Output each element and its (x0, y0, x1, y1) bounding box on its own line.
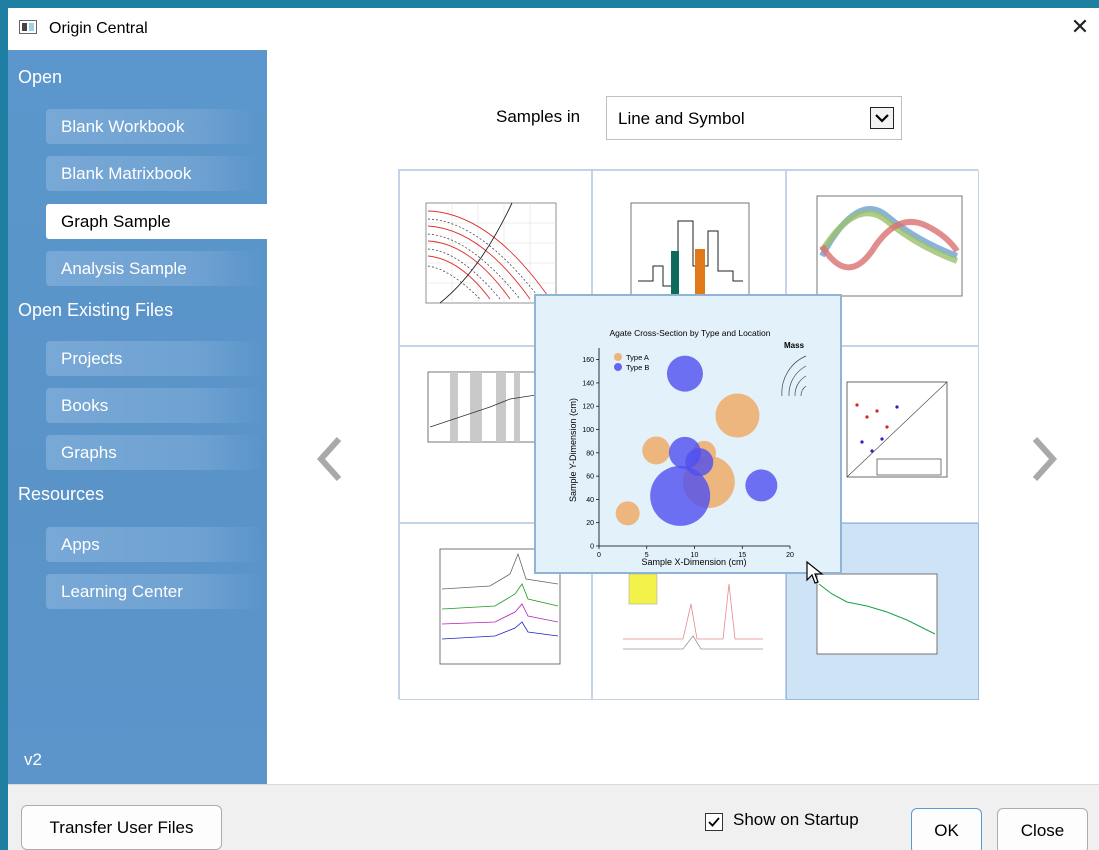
bubble-type-b (745, 469, 778, 502)
mass-legend-label: Mass (784, 341, 805, 350)
next-arrow-icon[interactable] (1029, 435, 1059, 483)
ok-button[interactable]: OK (911, 808, 982, 850)
section-header-resources: Resources (18, 484, 105, 504)
x-tick-label: 20 (786, 552, 794, 559)
legend-marker-type-a (614, 353, 622, 361)
x-tick-label: 0 (597, 552, 601, 559)
samples-select-value: Line and Symbol (618, 109, 745, 128)
sidebar: Open Blank Workbook Blank Matrixbook Gra… (8, 50, 267, 784)
y-tick-label: 60 (586, 474, 594, 481)
legend-label-type-b: Type B (626, 363, 649, 372)
mouse-cursor-icon (806, 560, 824, 584)
sidebar-item-graph-sample[interactable]: Graph Sample (46, 204, 267, 239)
origin-app-icon (19, 20, 37, 34)
sidebar-item-apps[interactable]: Apps (46, 527, 260, 562)
version-label: v2 (24, 750, 42, 769)
y-tick-label: 160 (582, 357, 594, 364)
section-header-open-existing-files: Open Existing Files (18, 300, 174, 320)
y-tick-label: 140 (582, 380, 594, 387)
bubble-type-b (666, 355, 703, 392)
window-title: Origin Central (49, 20, 148, 37)
legend-marker-type-b (614, 363, 622, 371)
samples-category-select[interactable]: Line and Symbol (606, 96, 902, 140)
y-tick-label: 80 (586, 450, 594, 457)
series-legend: Type A Type B (614, 353, 649, 372)
section-header-open: Open (18, 67, 63, 87)
sidebar-item-blank-matrixbook[interactable]: Blank Matrixbook (46, 156, 260, 191)
origin-central-window: Origin Central ✕ Open Blank Workbook Bla… (8, 8, 1099, 850)
x-axis-label: Sample X-Dimension (cm) (641, 557, 746, 567)
sidebar-item-books[interactable]: Books (46, 388, 260, 423)
close-icon[interactable]: ✕ (1069, 16, 1091, 38)
previous-arrow-icon[interactable] (315, 435, 345, 483)
bubble-type-b (685, 448, 714, 477)
bubble-type-a (715, 393, 760, 438)
sidebar-item-graphs[interactable]: Graphs (46, 435, 260, 470)
bubble-type-a (615, 501, 640, 526)
y-tick-label: 100 (582, 427, 594, 434)
samples-in-label: Samples in (496, 107, 581, 126)
chevron-down-icon[interactable] (870, 107, 894, 129)
mass-size-legend: Mass (781, 341, 807, 397)
bubble-type-a (642, 436, 671, 465)
show-on-startup-label[interactable]: Show on Startup (733, 810, 859, 830)
legend-label-type-a: Type A (626, 353, 649, 362)
sidebar-item-analysis-sample[interactable]: Analysis Sample (46, 251, 260, 286)
y-tick-label: 120 (582, 404, 594, 411)
sidebar-item-learning-center[interactable]: Learning Center (46, 574, 260, 609)
footer-bar: Transfer User Files Show on Startup OK C… (8, 784, 1099, 850)
y-tick-label: 0 (590, 544, 594, 551)
checkmark-icon (708, 817, 720, 827)
y-tick-label: 40 (586, 497, 594, 504)
transfer-user-files-button[interactable]: Transfer User Files (21, 805, 222, 850)
sidebar-item-blank-workbook[interactable]: Blank Workbook (46, 109, 260, 144)
plot-area: 0 5 10 15 20020406080100120140160 (582, 348, 794, 559)
main-panel: Samples in Line and Symbol Agate Cross-S… (267, 50, 1099, 784)
sidebar-item-projects[interactable]: Projects (46, 341, 260, 376)
title-bar: Origin Central ✕ (8, 8, 1099, 51)
close-button[interactable]: Close (997, 808, 1088, 850)
y-axis-label: Sample Y-Dimension (cm) (568, 398, 578, 502)
show-on-startup-checkbox[interactable] (705, 813, 723, 831)
graph-preview-popup: Agate Cross-Section by Type and Location… (534, 294, 842, 574)
bubble-chart: Agate Cross-Section by Type and Location… (568, 328, 807, 567)
y-tick-label: 20 (586, 520, 594, 527)
chart-title: Agate Cross-Section by Type and Location (610, 328, 771, 338)
